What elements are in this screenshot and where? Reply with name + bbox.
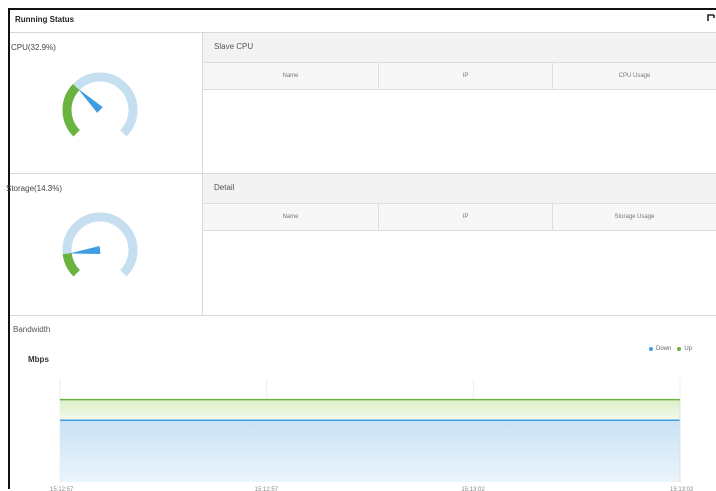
column-header-ip[interactable]: IP — [379, 63, 553, 90]
column-header-storage-usage[interactable]: Storage Usage — [553, 204, 716, 231]
slave-cpu-header: Slave CPU — [203, 33, 716, 63]
detail-title: Detail — [214, 183, 235, 192]
slave-cpu-title: Slave CPU — [214, 42, 254, 51]
storage-gauge — [62, 212, 138, 277]
cpu-gauge — [62, 72, 138, 137]
x-tick-label: 15:13:02 — [461, 487, 485, 491]
storage-gauge-value-arc — [62, 252, 81, 277]
column-header-name[interactable]: Name — [203, 63, 379, 90]
storage-gauge-label: Storage(14.3%) — [6, 184, 63, 193]
cpu-gauge-needle — [77, 88, 103, 113]
column-header-cpu-usage[interactable]: CPU Usage — [553, 63, 716, 90]
cpu-gauge-panel: CPU(32.9%) — [10, 33, 203, 174]
series-up-area — [60, 399, 680, 421]
panel-titlebar: Running Status — [10, 10, 716, 33]
column-header-ip[interactable]: IP — [379, 204, 553, 231]
panel-title: Running Status — [15, 15, 75, 24]
storage-gauge-track — [62, 212, 138, 277]
storage-gauge-needle — [69, 246, 101, 254]
bandwidth-chart: 15:12:57 15:12:57 15:13:02 15:13:02 — [50, 379, 694, 491]
bandwidth-panel: Bandwidth Mbps Down Up 15:12:57 15:12:57 1… — [10, 316, 716, 491]
x-tick-label: 15:12:57 — [50, 487, 74, 491]
x-tick-label: 15:13:02 — [670, 487, 694, 491]
slave-cpu-panel: Slave CPU Name IP CPU Usage — [203, 33, 716, 174]
column-header-name[interactable]: Name — [203, 204, 379, 231]
cpu-gauge-value-arc — [62, 84, 81, 137]
series-down-area — [60, 420, 680, 482]
x-tick-label: 15:12:57 — [255, 487, 279, 491]
cpu-gauge-label: CPU(32.9%) — [11, 43, 56, 52]
running-status-panel: Running Status CPU(32.9%) Storage(14.3%)… — [6, 8, 716, 491]
detail-panel: Detail Name IP Storage Usage — [203, 174, 716, 316]
detail-header: Detail — [203, 174, 716, 204]
expand-icon[interactable] — [707, 14, 715, 22]
storage-gauge-panel: Storage(14.3%) — [6, 174, 203, 316]
